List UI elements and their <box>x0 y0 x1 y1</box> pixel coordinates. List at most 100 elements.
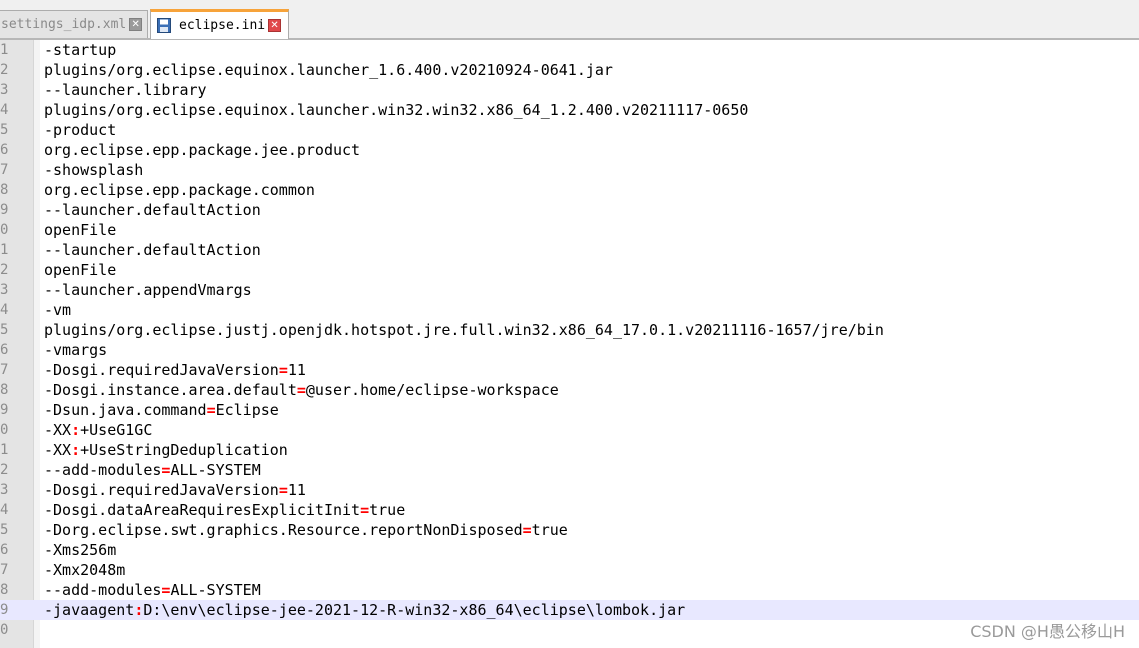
text-token: Eclipse <box>215 401 279 419</box>
line-text: -Xms256m <box>44 540 116 560</box>
text-editor[interactable]: 1 -startup 2 plugins/org.eclipse.equinox.la… <box>0 40 1139 648</box>
code-line[interactable]: 7 -showsplash <box>0 160 1139 180</box>
line-text: -Dosgi.requiredJavaVersion=11 <box>44 360 306 380</box>
line-number: 3 <box>0 282 9 298</box>
code-line[interactable]: 0 openFile <box>0 220 1139 240</box>
line-text: -Dsun.java.command=Eclipse <box>44 400 279 420</box>
line-text: plugins/org.eclipse.justj.openjdk.hotspo… <box>44 320 884 340</box>
code-line[interactable]: 6 -vmargs <box>0 340 1139 360</box>
code-line[interactable]: 3 --launcher.appendVmargs <box>0 280 1139 300</box>
line-number: 6 <box>0 542 9 558</box>
code-line[interactable]: 8 org.eclipse.epp.package.common <box>0 180 1139 200</box>
text-token: -product <box>44 121 117 139</box>
close-icon[interactable]: ✕ <box>129 18 143 31</box>
code-line[interactable]: 0 <box>0 620 1139 640</box>
text-token: -Dosgi.requiredJavaVersion <box>44 481 279 499</box>
code-line[interactable]: 5 -product <box>0 120 1139 140</box>
line-number: 5 <box>0 522 9 538</box>
code-line[interactable]: 4 -vm <box>0 300 1139 320</box>
text-token: +UseStringDeduplication <box>80 441 288 459</box>
line-text: -product <box>44 120 116 140</box>
line-number: 5 <box>0 322 9 338</box>
tab-bar: settings_idp.xml ✕ eclipse.ini ✕ <box>0 6 1139 40</box>
code-line[interactable]: 2 plugins/org.eclipse.equinox.launcher_1.… <box>0 60 1139 80</box>
line-number: 9 <box>0 402 9 418</box>
code-line[interactable]: 8 --add-modules=ALL-SYSTEM <box>0 580 1139 600</box>
code-line[interactable]: 7 -Dosgi.requiredJavaVersion=11 <box>0 360 1139 380</box>
text-token: --launcher.appendVmargs <box>44 281 252 299</box>
line-text: -XX:+UseStringDeduplication <box>44 440 288 460</box>
operator-token: = <box>522 521 532 539</box>
line-number: 7 <box>0 362 9 378</box>
code-line[interactable]: 9 --launcher.defaultAction <box>0 200 1139 220</box>
close-icon[interactable]: ✕ <box>268 19 282 32</box>
text-token: plugins/org.eclipse.justj.openjdk.hotspo… <box>44 321 884 339</box>
line-number: 2 <box>0 262 9 278</box>
line-number: 2 <box>0 462 9 478</box>
line-number: 8 <box>0 582 9 598</box>
line-text: -Dosgi.instance.area.default=@user.home/… <box>44 380 559 400</box>
tab-settings-idp-xml[interactable]: settings_idp.xml ✕ <box>0 10 148 38</box>
code-line[interactable]: 9 -Dsun.java.command=Eclipse <box>0 400 1139 420</box>
code-line[interactable]: 1 --launcher.defaultAction <box>0 240 1139 260</box>
text-token: openFile <box>44 221 117 239</box>
line-text: -vm <box>44 300 71 320</box>
code-line[interactable]: 6 -Xms256m <box>0 540 1139 560</box>
text-token: -vm <box>44 301 72 319</box>
operator-token: : <box>71 421 81 439</box>
text-token: -Dorg.eclipse.swt.graphics.Resource.repo… <box>44 521 523 539</box>
text-token: -Dosgi.requiredJavaVersion <box>44 361 279 379</box>
line-text: --add-modules=ALL-SYSTEM <box>44 460 261 480</box>
text-token: --add-modules <box>44 461 162 479</box>
text-token: plugins/org.eclipse.equinox.launcher.win… <box>44 101 749 119</box>
code-line[interactable]: 5 -Dorg.eclipse.swt.graphics.Resource.rep… <box>0 520 1139 540</box>
line-number: 6 <box>0 142 9 158</box>
code-line[interactable]: 1 -XX:+UseStringDeduplication <box>0 440 1139 460</box>
code-line[interactable]: 5 plugins/org.eclipse.justj.openjdk.hotsp… <box>0 320 1139 340</box>
text-token: -XX <box>44 441 72 459</box>
text-token: org.eclipse.epp.package.jee.product <box>44 141 361 159</box>
text-token: -Dosgi.dataAreaRequiresExplicitInit <box>44 501 361 519</box>
text-token: --launcher.library <box>44 81 207 99</box>
code-line[interactable]: 3 -Dosgi.requiredJavaVersion=11 <box>0 480 1139 500</box>
code-line[interactable]: 6 org.eclipse.epp.package.jee.product <box>0 140 1139 160</box>
line-number: 4 <box>0 302 9 318</box>
line-number: 5 <box>0 122 9 138</box>
code-line[interactable]: 4 -Dosgi.dataAreaRequiresExplicitInit=tru… <box>0 500 1139 520</box>
line-number: 0 <box>0 422 9 438</box>
text-token: -vmargs <box>44 341 108 359</box>
line-number: 1 <box>0 442 9 458</box>
code-line[interactable]: 3 --launcher.library <box>0 80 1139 100</box>
code-line[interactable]: 4 plugins/org.eclipse.equinox.launcher.wi… <box>0 100 1139 120</box>
text-token: plugins/org.eclipse.equinox.launcher_1.6… <box>44 61 613 79</box>
code-line[interactable]: 2 openFile <box>0 260 1139 280</box>
line-number: 2 <box>0 62 9 78</box>
code-line[interactable]: 7 -Xmx2048m <box>0 560 1139 580</box>
code-line[interactable]: 2 --add-modules=ALL-SYSTEM <box>0 460 1139 480</box>
text-token: -Dsun.java.command <box>44 401 207 419</box>
code-line[interactable]: 0 -XX:+UseG1GC <box>0 420 1139 440</box>
operator-token: = <box>278 361 288 379</box>
line-number: 1 <box>0 42 9 58</box>
code-line[interactable]: 9 -javaagent:D:\env\eclipse-jee-2021-12-R… <box>0 600 1139 620</box>
line-number: 6 <box>0 342 9 358</box>
line-text: org.eclipse.epp.package.common <box>44 180 315 200</box>
text-token: D:\env\eclipse-jee-2021-12-R-win32-x86_6… <box>143 601 686 619</box>
line-number: 7 <box>0 562 9 578</box>
line-number: 9 <box>0 202 9 218</box>
code-line[interactable]: 8 -Dosgi.instance.area.default=@user.home… <box>0 380 1139 400</box>
text-token: -Xmx2048m <box>44 561 126 579</box>
line-text: --launcher.defaultAction <box>44 240 261 260</box>
text-token: --launcher.defaultAction <box>44 201 261 219</box>
line-text: plugins/org.eclipse.equinox.launcher.win… <box>44 100 748 120</box>
code-line[interactable]: 1 -startup <box>0 40 1139 60</box>
operator-token: = <box>296 381 306 399</box>
operator-token: : <box>134 601 144 619</box>
line-text: -Xmx2048m <box>44 560 125 580</box>
text-token: 11 <box>287 481 306 499</box>
line-number: 7 <box>0 162 9 178</box>
tab-eclipse-ini[interactable]: eclipse.ini ✕ <box>150 9 289 39</box>
save-disk-icon <box>157 18 171 33</box>
line-number: 3 <box>0 482 9 498</box>
line-number: 0 <box>0 222 9 238</box>
